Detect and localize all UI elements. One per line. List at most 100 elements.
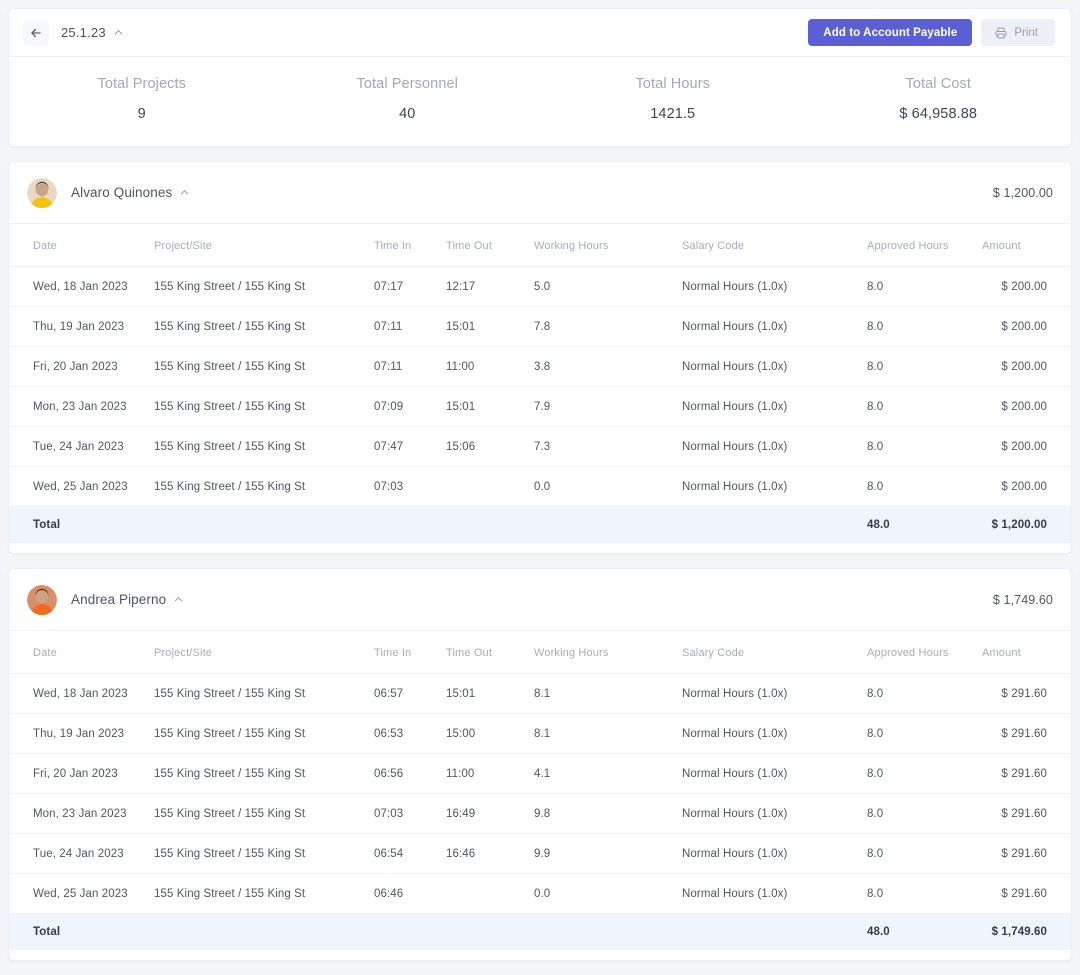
- cell-site: 155 King Street / 155 King St: [154, 833, 374, 874]
- person-header[interactable]: Alvaro Quinones $ 1,200.00: [9, 162, 1071, 224]
- avatar-photo-icon: [27, 584, 57, 615]
- add-to-account-payable-button[interactable]: Add to Account Payable: [808, 19, 973, 46]
- cell-work: 0.0: [534, 873, 682, 914]
- cell-work: 7.8: [534, 306, 682, 347]
- cell-salary[interactable]: Normal Hours (1.0x): [682, 386, 867, 427]
- cell-salary[interactable]: Normal Hours (1.0x): [682, 873, 867, 914]
- column-header-site: Project/Site: [154, 631, 374, 674]
- toolbar: 25.1.23 Add to Account Payable Print: [9, 9, 1071, 57]
- collapse-all-toggle[interactable]: [113, 27, 124, 38]
- cell-salary[interactable]: Normal Hours (1.0x): [682, 833, 867, 874]
- print-button[interactable]: Print: [981, 19, 1055, 46]
- cell-salary[interactable]: Normal Hours (1.0x): [682, 753, 867, 794]
- cell-out: 16:49: [446, 793, 534, 834]
- table-header-row: Date Project/Site Time In Time Out Working H…: [9, 224, 1071, 267]
- cell-in: 07:47: [374, 426, 446, 467]
- cell-amount: $ 200.00: [982, 266, 1071, 307]
- column-header-in: Time In: [374, 631, 446, 674]
- table-body: Wed, 18 Jan 2023 155 King Street / 155 Ki…: [9, 266, 1071, 543]
- table-row[interactable]: Thu, 19 Jan 2023 155 King Street / 155 Ki…: [9, 713, 1071, 754]
- cell-salary[interactable]: Normal Hours (1.0x): [682, 713, 867, 754]
- stat-label: Total Projects: [97, 76, 186, 92]
- avatar: [27, 584, 57, 615]
- summary-stats: Total Projects 9 Total Personnel 40 Tota…: [9, 57, 1071, 146]
- person-collapse-toggle[interactable]: [173, 594, 184, 605]
- table-row[interactable]: Mon, 23 Jan 2023 155 King Street / 155 Ki…: [9, 386, 1071, 427]
- column-header-site: Project/Site: [154, 224, 374, 267]
- column-header-date: Date: [9, 631, 154, 674]
- cell-date: Tue, 24 Jan 2023: [9, 426, 154, 467]
- cell-site: 155 King Street / 155 King St: [154, 266, 374, 307]
- cell-total-approved: 48.0: [867, 506, 982, 543]
- person-collapse-toggle[interactable]: [179, 187, 190, 198]
- column-header-amount: Amount: [982, 224, 1071, 267]
- cell-work: 9.9: [534, 833, 682, 874]
- table-row[interactable]: Tue, 24 Jan 2023 155 King Street / 155 Ki…: [9, 833, 1071, 874]
- cell-date: Thu, 19 Jan 2023: [9, 306, 154, 347]
- column-header-work: Working Hours: [534, 224, 682, 267]
- table-total-row: Total 48.0 $ 1,749.60: [9, 913, 1071, 950]
- cell-total-amount: $ 1,749.60: [982, 913, 1071, 950]
- cell-site: 155 King Street / 155 King St: [154, 713, 374, 754]
- timesheet-table: Date Project/Site Time In Time Out Working H…: [9, 631, 1071, 950]
- table-row[interactable]: Thu, 19 Jan 2023 155 King Street / 155 Ki…: [9, 306, 1071, 347]
- table-row[interactable]: Mon, 23 Jan 2023 155 King Street / 155 Ki…: [9, 793, 1071, 834]
- table-row[interactable]: Wed, 25 Jan 2023 155 King Street / 155 Ki…: [9, 873, 1071, 914]
- stat-value: 1421.5: [650, 106, 696, 122]
- table-row[interactable]: Fri, 20 Jan 2023 155 King Street / 155 Ki…: [9, 346, 1071, 387]
- table-row[interactable]: Wed, 18 Jan 2023 155 King Street / 155 Ki…: [9, 266, 1071, 307]
- cell-salary[interactable]: Normal Hours (1.0x): [682, 673, 867, 714]
- cell-salary[interactable]: Normal Hours (1.0x): [682, 346, 867, 387]
- summary-card: 25.1.23 Add to Account Payable Print Tot…: [8, 8, 1072, 147]
- cell-approved: 8.0: [867, 306, 982, 347]
- cell-out: 12:17: [446, 266, 534, 307]
- table-row[interactable]: Wed, 18 Jan 2023 155 King Street / 155 Ki…: [9, 673, 1071, 714]
- stat-value: $ 64,958.88: [899, 106, 978, 122]
- cell-date: Wed, 18 Jan 2023: [9, 673, 154, 714]
- cell-approved: 8.0: [867, 873, 982, 914]
- cell-total-in: [374, 506, 446, 543]
- cell-total-site: [154, 506, 374, 543]
- cell-out: 15:00: [446, 713, 534, 754]
- cell-out: 15:06: [446, 426, 534, 467]
- cell-out: 15:01: [446, 673, 534, 714]
- cell-approved: 8.0: [867, 713, 982, 754]
- cell-amount: $ 200.00: [982, 306, 1071, 347]
- table-row[interactable]: Tue, 24 Jan 2023 155 King Street / 155 Ki…: [9, 426, 1071, 467]
- cell-site: 155 King Street / 155 King St: [154, 386, 374, 427]
- table-total-row: Total 48.0 $ 1,200.00: [9, 506, 1071, 543]
- printer-icon: [995, 27, 1007, 38]
- cell-salary[interactable]: Normal Hours (1.0x): [682, 466, 867, 507]
- cell-total-label: Total: [9, 506, 154, 543]
- avatar-photo-icon: [27, 177, 57, 208]
- cell-work: 0.0: [534, 466, 682, 507]
- cell-work: 9.8: [534, 793, 682, 834]
- table-row[interactable]: Fri, 20 Jan 2023 155 King Street / 155 Ki…: [9, 753, 1071, 794]
- cell-date: Tue, 24 Jan 2023: [9, 833, 154, 874]
- cell-work: 4.1: [534, 753, 682, 794]
- cell-total-in: [374, 913, 446, 950]
- cell-total-amount: $ 1,200.00: [982, 506, 1071, 543]
- cell-salary[interactable]: Normal Hours (1.0x): [682, 266, 867, 307]
- cell-work: 8.1: [534, 713, 682, 754]
- cell-total-out: [446, 506, 534, 543]
- cell-total-label: Total: [9, 913, 154, 950]
- cell-amount: $ 200.00: [982, 386, 1071, 427]
- cell-date: Fri, 20 Jan 2023: [9, 753, 154, 794]
- chevron-up-icon: [114, 30, 122, 35]
- stat-total-hours: Total Hours 1421.5: [540, 76, 806, 122]
- cell-approved: 8.0: [867, 386, 982, 427]
- cell-date: Thu, 19 Jan 2023: [9, 713, 154, 754]
- back-button[interactable]: [23, 19, 49, 46]
- column-header-approved: Approved Hours: [867, 224, 982, 267]
- cell-total-work: [534, 506, 682, 543]
- cell-salary[interactable]: Normal Hours (1.0x): [682, 426, 867, 467]
- person-header[interactable]: Andrea Piperno $ 1,749.60: [9, 569, 1071, 631]
- column-header-out: Time Out: [446, 224, 534, 267]
- cell-in: 06:56: [374, 753, 446, 794]
- cell-in: 07:17: [374, 266, 446, 307]
- stat-label: Total Personnel: [356, 76, 458, 92]
- table-row[interactable]: Wed, 25 Jan 2023 155 King Street / 155 Ki…: [9, 466, 1071, 507]
- cell-salary[interactable]: Normal Hours (1.0x): [682, 306, 867, 347]
- cell-salary[interactable]: Normal Hours (1.0x): [682, 793, 867, 834]
